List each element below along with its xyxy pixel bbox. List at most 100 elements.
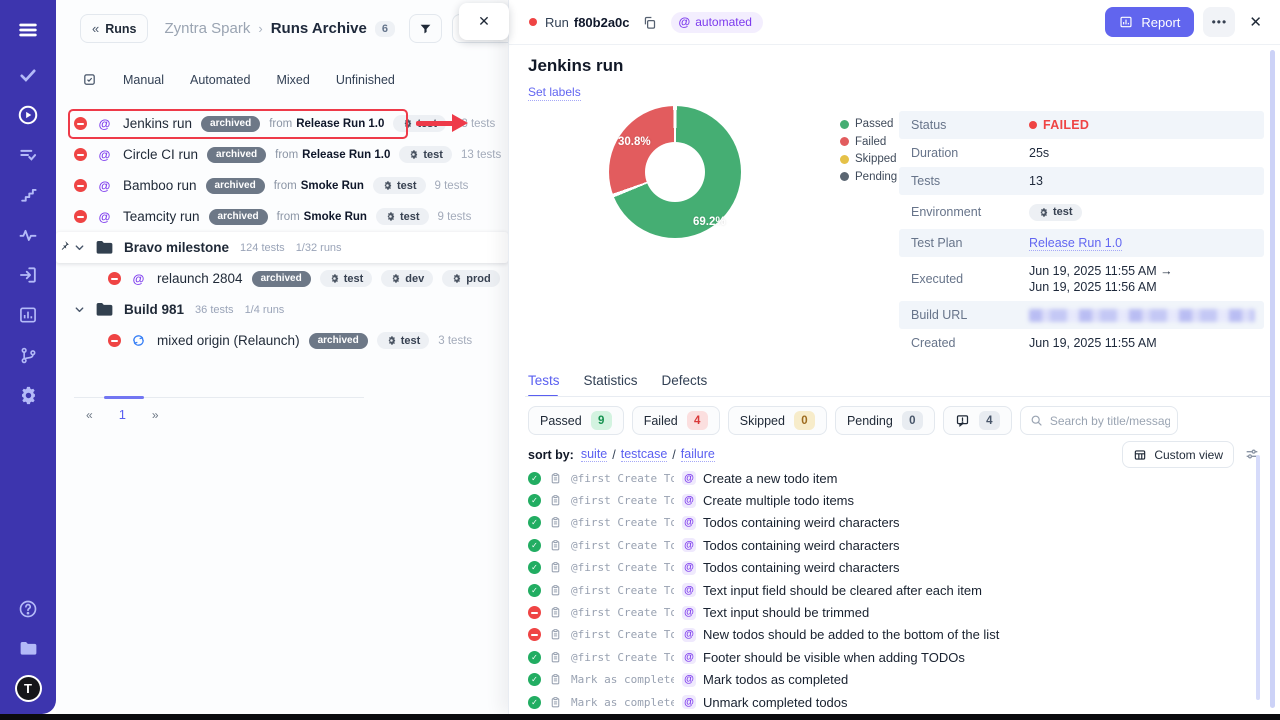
from-label: from <box>277 211 300 223</box>
test-title: Create a new todo item <box>703 471 837 486</box>
sidebar-item-gear[interactable] <box>16 383 40 407</box>
run-row[interactable]: @relaunch 2804archivedtestdevprod15 test… <box>56 263 508 294</box>
legend-dot-passed <box>840 120 849 129</box>
sidebar-item-menu[interactable] <box>16 18 40 42</box>
from-run-name: Release Run 1.0 <box>302 149 390 161</box>
filter-skipped-button[interactable]: Skipped0 <box>728 406 827 435</box>
sidebar-item-pulse[interactable] <box>16 223 40 247</box>
tests-search-input[interactable] <box>1050 414 1170 428</box>
close-icon[interactable]: ✕ <box>478 13 490 30</box>
tabs-divider <box>525 396 1270 397</box>
chevron-down-icon[interactable] <box>74 242 85 253</box>
test-title: Text input field should be cleared after… <box>703 583 982 598</box>
chevron-down-icon[interactable] <box>74 304 85 315</box>
prev-page-button[interactable]: « <box>86 408 93 422</box>
tests-search[interactable] <box>1020 406 1178 435</box>
breadcrumb-project[interactable]: Zyntra Spark <box>164 20 250 37</box>
sort-option-testcase[interactable]: testcase <box>621 447 668 462</box>
tab-defects[interactable]: Defects <box>662 373 708 396</box>
archived-badge: archived <box>206 178 265 194</box>
tests-count: 9 tests <box>438 211 472 223</box>
report-button[interactable]: Report <box>1105 7 1194 37</box>
test-row[interactable]: ✓@first Create To...@Footer should be vi… <box>528 646 1254 668</box>
detail-close-button[interactable]: ✕ <box>1249 13 1262 31</box>
folder-row[interactable]: Bravo milestone124 tests1/32 runs <box>56 232 508 263</box>
tab-tests[interactable]: Tests <box>528 373 560 396</box>
sidebar-item-folder[interactable] <box>16 636 40 660</box>
folder-row[interactable]: Build 98136 tests1/4 runs <box>56 294 508 325</box>
filter-comments-button[interactable]: 4 <box>943 406 1012 435</box>
avatar[interactable]: T <box>15 675 42 702</box>
page-number[interactable]: 1 <box>119 407 126 422</box>
sidebar-item-bar-chart[interactable] <box>16 303 40 327</box>
set-labels-link[interactable]: Set labels <box>528 85 581 101</box>
tab-automated[interactable]: Automated <box>190 73 250 87</box>
gear-small <box>385 211 396 222</box>
more-actions-button[interactable]: ••• <box>1203 7 1235 37</box>
filter-passed-button[interactable]: Passed9 <box>528 406 624 435</box>
info-row: CreatedJun 19, 2025 11:55 AM <box>899 329 1264 357</box>
sidebar-item-stairs[interactable] <box>16 183 40 207</box>
test-row[interactable]: ✓@first Create To...@Text input field sh… <box>528 579 1254 601</box>
filter-pending-button[interactable]: Pending0 <box>835 406 935 435</box>
panel-scrollbar[interactable] <box>1270 50 1275 708</box>
test-row[interactable]: ✓@first Create To...@Todos containing we… <box>528 534 1254 556</box>
build-url-redacted <box>1029 309 1255 322</box>
automated-run-icon: @ <box>97 209 112 224</box>
run-row[interactable]: @Jenkins runarchivedfromRelease Run 1.0t… <box>56 108 508 139</box>
sort-option-suite[interactable]: suite <box>581 447 607 462</box>
test-row[interactable]: ✓@first Create To...@Create multiple tod… <box>528 489 1254 511</box>
test-row[interactable]: ✓@first Create To...@Todos containing we… <box>528 557 1254 579</box>
sidebar-item-git-branch[interactable] <box>16 343 40 367</box>
tab-mixed[interactable]: Mixed <box>276 73 309 87</box>
tab-unfinished[interactable]: Unfinished <box>336 73 395 87</box>
sidebar-item-help[interactable] <box>16 597 40 621</box>
automated-test-icon: @ <box>682 628 696 642</box>
tab-manual[interactable]: Manual <box>123 73 164 87</box>
archived-badge: archived <box>252 271 311 287</box>
mixed-cycle-icon <box>131 333 146 348</box>
pagination: « 1 » <box>74 397 364 422</box>
test-suite-label: @first Create To... <box>571 584 674 597</box>
back-to-runs-button[interactable]: « Runs <box>80 14 148 43</box>
test-row[interactable]: ✓@first Create To...@Todos containing we… <box>528 512 1254 534</box>
sidebar-item-sign-in[interactable] <box>16 263 40 287</box>
sidebar-item-check[interactable] <box>16 63 40 87</box>
run-row[interactable]: @Teamcity runarchivedfromSmoke Runtest9 … <box>56 201 508 232</box>
env-name: test <box>423 149 443 161</box>
test-row[interactable]: ✓Mark as complete...@Unmark completed to… <box>528 691 1254 713</box>
clipboard-icon <box>549 584 562 597</box>
info-label: Test Plan <box>911 236 1029 250</box>
run-row[interactable]: @Circle CI runarchivedfromRelease Run 1.… <box>56 139 508 170</box>
filter-label: Pending <box>847 414 893 428</box>
sidebar-item-list-check[interactable] <box>16 143 40 167</box>
copy-icon[interactable] <box>642 15 657 30</box>
filter-failed-button[interactable]: Failed4 <box>632 406 720 435</box>
select-all-icon[interactable] <box>82 72 97 87</box>
custom-view-button[interactable]: Custom view <box>1122 441 1234 468</box>
sort-bar: sort by:suite/testcase/failure <box>528 447 715 462</box>
panel-close-card[interactable]: ✕ <box>459 3 509 40</box>
sidebar-item-play-circle[interactable] <box>16 103 40 127</box>
test-row[interactable]: @first Create To...@Text input should be… <box>528 601 1254 623</box>
sort-option-failure[interactable]: failure <box>681 447 715 462</box>
next-page-button[interactable]: » <box>152 408 159 422</box>
test-row[interactable]: @first Create To...@New todos should be … <box>528 624 1254 646</box>
test-row[interactable]: ✓Mark as complete...@Mark todos as compl… <box>528 669 1254 691</box>
filter-count: 4 <box>979 411 1000 430</box>
automated-test-icon: @ <box>682 650 696 664</box>
from-run-name: Release Run 1.0 <box>296 118 384 130</box>
executed-end: Jun 19, 2025 11:56 AM <box>1029 279 1173 295</box>
tab-statistics[interactable]: Statistics <box>584 373 638 396</box>
run-row[interactable]: mixed origin (Relaunch)archivedtest3 tes… <box>56 325 508 356</box>
env-badge: test <box>399 146 452 163</box>
test-plan-link[interactable]: Release Run 1.0 <box>1029 236 1122 251</box>
tests-scrollbar[interactable] <box>1256 455 1260 700</box>
automated-test-icon: @ <box>682 695 696 709</box>
run-row[interactable]: @Bamboo runarchivedfromSmoke Runtest9 te… <box>56 170 508 201</box>
gear-small <box>386 335 397 346</box>
filter-label: Failed <box>644 414 678 428</box>
info-row: Test PlanRelease Run 1.0 <box>899 229 1264 257</box>
test-row[interactable]: ✓@first Create To...@Create a new todo i… <box>528 467 1254 489</box>
filter-button[interactable] <box>409 14 442 43</box>
